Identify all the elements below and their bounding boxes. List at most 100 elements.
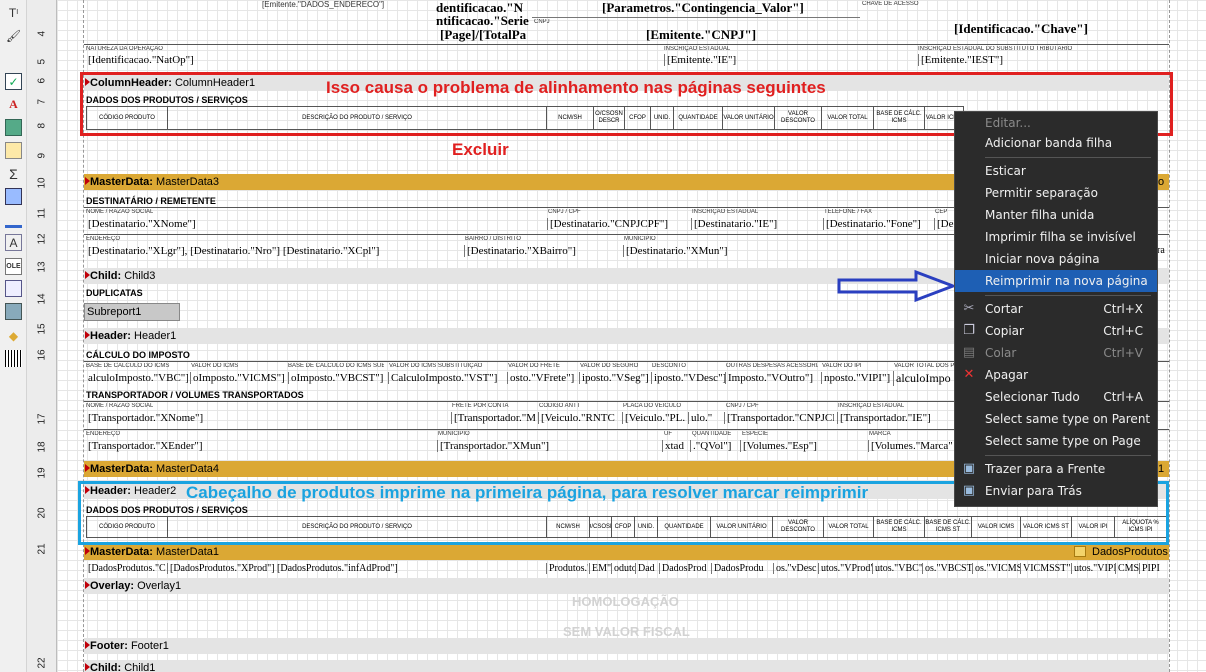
transp-qtd-field[interactable]: ."QVol"]: [690, 440, 738, 452]
transp-cnpj-field[interactable]: [Transportador."CNPJCP: [724, 412, 834, 424]
line-icon[interactable]: [5, 211, 22, 228]
detail-field[interactable]: EM": [589, 563, 611, 574]
shape-icon[interactable]: [5, 188, 22, 205]
transp-end-field[interactable]: [Transportador."XEnder"]: [86, 440, 432, 452]
chave-field[interactable]: [Identificacao."Chave"]: [954, 21, 1088, 37]
subreport-icon[interactable]: [5, 142, 22, 159]
dest-cep-field[interactable]: [De: [934, 218, 954, 230]
dest-ie-field[interactable]: [Destinatario."IE"]: [691, 218, 821, 230]
detail-field[interactable]: Produtos.": [546, 563, 588, 574]
calc-field[interactable]: osto."VFrete"]: [507, 372, 579, 384]
detail-field[interactable]: DadosProdu: [711, 563, 773, 574]
transp-uf2-field[interactable]: xtad: [662, 440, 688, 452]
chart-icon[interactable]: [5, 303, 22, 320]
detail-field[interactable]: DadosProd: [659, 563, 711, 574]
ruler-mark: 11: [36, 208, 48, 219]
natop-field[interactable]: [Identificacao."NatOp"]: [86, 54, 660, 66]
menu-item-label: Adicionar banda filha: [985, 136, 1113, 150]
transp-placa-field[interactable]: [Veiculo."PL.: [622, 412, 686, 424]
dest-mun-field[interactable]: [Destinatario."XMun"]: [623, 245, 953, 257]
band-master-data1[interactable]: MasterData: MasterData1: [84, 544, 1169, 560]
emitente-cnpj-field[interactable]: [Emitente."CNPJ"]: [646, 27, 756, 43]
map-icon[interactable]: ◆: [5, 327, 22, 344]
detail-field[interactable]: PIPI: [1139, 563, 1167, 574]
detail-field[interactable]: oduto: [611, 563, 635, 574]
transp-esp-field[interactable]: [Volumes."Esp"]: [740, 440, 864, 452]
detail-field[interactable]: [DadosProdutos."CP: [86, 563, 166, 574]
menu-item-select-same-type-page[interactable]: Select same type on Page: [955, 430, 1157, 452]
transp-frete-field[interactable]: [Transportador."M: [451, 412, 535, 424]
calc-field[interactable]: oImposto."VBCST"]: [288, 372, 388, 384]
detail-field[interactable]: utos."VIPI": [1071, 563, 1115, 574]
calc-field[interactable]: iposto."VDesc"]: [651, 372, 725, 384]
calc-field[interactable]: Imposto."VOutro"]: [725, 372, 821, 384]
menu-item-editar[interactable]: Editar...: [955, 112, 1157, 134]
text-tool-icon[interactable]: TI: [5, 4, 22, 21]
contingencia-field[interactable]: [Parametros."Contingencia_Valor"]: [602, 0, 804, 16]
detail-field[interactable]: CMS": [1115, 563, 1139, 574]
menu-item-adicionar-banda-filha[interactable]: Adicionar banda filha: [955, 132, 1157, 154]
barcode-icon[interactable]: [5, 350, 22, 367]
menu-item-select-same-type-parent[interactable]: Select same type on Parent: [955, 408, 1157, 430]
dest-end-label: ENDEREÇO: [86, 236, 121, 242]
menu-item-enviar-para-tras[interactable]: ▣ Enviar para Trás: [955, 480, 1157, 502]
menu-item-copiar[interactable]: ❐ Copiar Ctrl+C: [955, 320, 1157, 342]
menu-shortcut: Ctrl+X: [1103, 302, 1143, 316]
band-overlay1[interactable]: Overlay: Overlay1: [84, 578, 1169, 594]
band-footer1[interactable]: Footer: Footer1: [84, 638, 1169, 654]
sum-icon[interactable]: Σ: [5, 165, 22, 182]
menu-item-selecionar-tudo[interactable]: Selecionar Tudo Ctrl+A: [955, 386, 1157, 408]
dest-end-field[interactable]: [Destinatario."XLgr"], [Destinatario."Nr…: [86, 245, 460, 257]
detail-field[interactable]: VICMSST": [1020, 563, 1070, 574]
emitente-ie-field[interactable]: [Emitente."IE"]: [664, 54, 914, 66]
page-total-field[interactable]: [Page]/[TotalPa: [440, 27, 532, 43]
calc-field[interactable]: iposto."VSeg"]: [579, 372, 651, 384]
menu-item-manter-filha-unida[interactable]: Manter filha unida: [955, 204, 1157, 226]
dest-nome-field[interactable]: [Destinatario."XNome"]: [86, 218, 544, 230]
detail-field[interactable]: os."VBCST": [922, 563, 972, 574]
calc-field[interactable]: oImposto."VICMS"]: [190, 372, 286, 384]
brush-icon[interactable]: 🖌: [5, 27, 22, 44]
menu-item-esticar[interactable]: Esticar: [955, 160, 1157, 182]
dest-bairro-field[interactable]: [Destinatario."XBairro"]: [464, 245, 620, 257]
barcode-text-icon[interactable]: A: [5, 234, 22, 251]
band-name: Overlay1: [137, 580, 182, 592]
menu-item-imprimir-filha-se-invisivel[interactable]: Imprimir filha se invisível: [955, 226, 1157, 248]
picture-icon[interactable]: [5, 119, 22, 136]
calc-field[interactable]: alculoImposto."VBC"]: [86, 372, 188, 384]
transp-nome-field[interactable]: [Transportador."XNome"]: [86, 412, 448, 424]
transp-marca-field[interactable]: [Volumes."Marca": [868, 440, 954, 452]
ole-icon[interactable]: OLE: [5, 258, 22, 275]
detail-field[interactable]: utos."VBC": [872, 563, 922, 574]
detail-field[interactable]: [DadosProdutos."XProd"] [DadosProdutos."…: [167, 563, 545, 574]
menu-item-cortar[interactable]: ✂ Cortar Ctrl+X: [955, 298, 1157, 320]
detail-field[interactable]: os."vDesc": [773, 563, 817, 574]
menu-item-permitir-separacao[interactable]: Permitir separação: [955, 182, 1157, 204]
detail-field[interactable]: Dad: [635, 563, 658, 574]
calc-field[interactable]: nposto."VIPI"]: [821, 372, 893, 384]
dest-fone-field[interactable]: [Destinatario."Fone"]: [823, 218, 931, 230]
calc-field[interactable]: alculoImpo: [893, 371, 955, 386]
menu-item-iniciar-nova-pagina[interactable]: Iniciar nova página: [955, 248, 1157, 270]
detail-field[interactable]: utos."VProd": [818, 563, 872, 574]
menu-item-label: Cortar: [985, 302, 1023, 316]
detail-field[interactable]: os."VICMS": [972, 563, 1020, 574]
subreport-object[interactable]: Subreport1: [84, 303, 180, 321]
transp-antt-field[interactable]: [Veiculo."RNTC: [538, 412, 620, 424]
checkbox-tool-icon[interactable]: ✓: [5, 73, 22, 90]
bring-front-icon: ▣: [962, 461, 976, 476]
transp-uf-field[interactable]: ulo.": [688, 412, 722, 424]
rich-text-icon[interactable]: A: [5, 96, 22, 113]
menu-item-reimprimir-na-nova-pagina[interactable]: Reimprimir na nova página: [955, 270, 1157, 292]
band-child1[interactable]: Child: Child1: [84, 660, 1169, 672]
menu-item-trazer-para-frente[interactable]: ▣ Trazer para a Frente: [955, 458, 1157, 480]
transp-mun-field[interactable]: [Transportador."XMun"]: [437, 440, 659, 452]
transp-ie-field[interactable]: [Transportador."IE"]: [837, 412, 953, 424]
dest-cnpj-field[interactable]: [Destinatario."CNPJCPF"]: [547, 218, 689, 230]
menu-item-apagar[interactable]: ✕ Apagar: [955, 364, 1157, 386]
calc-field[interactable]: CalculoImposto."VST"]: [388, 372, 506, 384]
crosstab-icon[interactable]: [5, 280, 22, 297]
emitente-iest-field[interactable]: [Emitente."IEST"]: [918, 54, 1168, 66]
emitente-endereco[interactable]: [Emitente."DADOS_ENDERECO"]: [262, 0, 384, 9]
menu-item-colar[interactable]: ▤ Colar Ctrl+V: [955, 342, 1157, 364]
